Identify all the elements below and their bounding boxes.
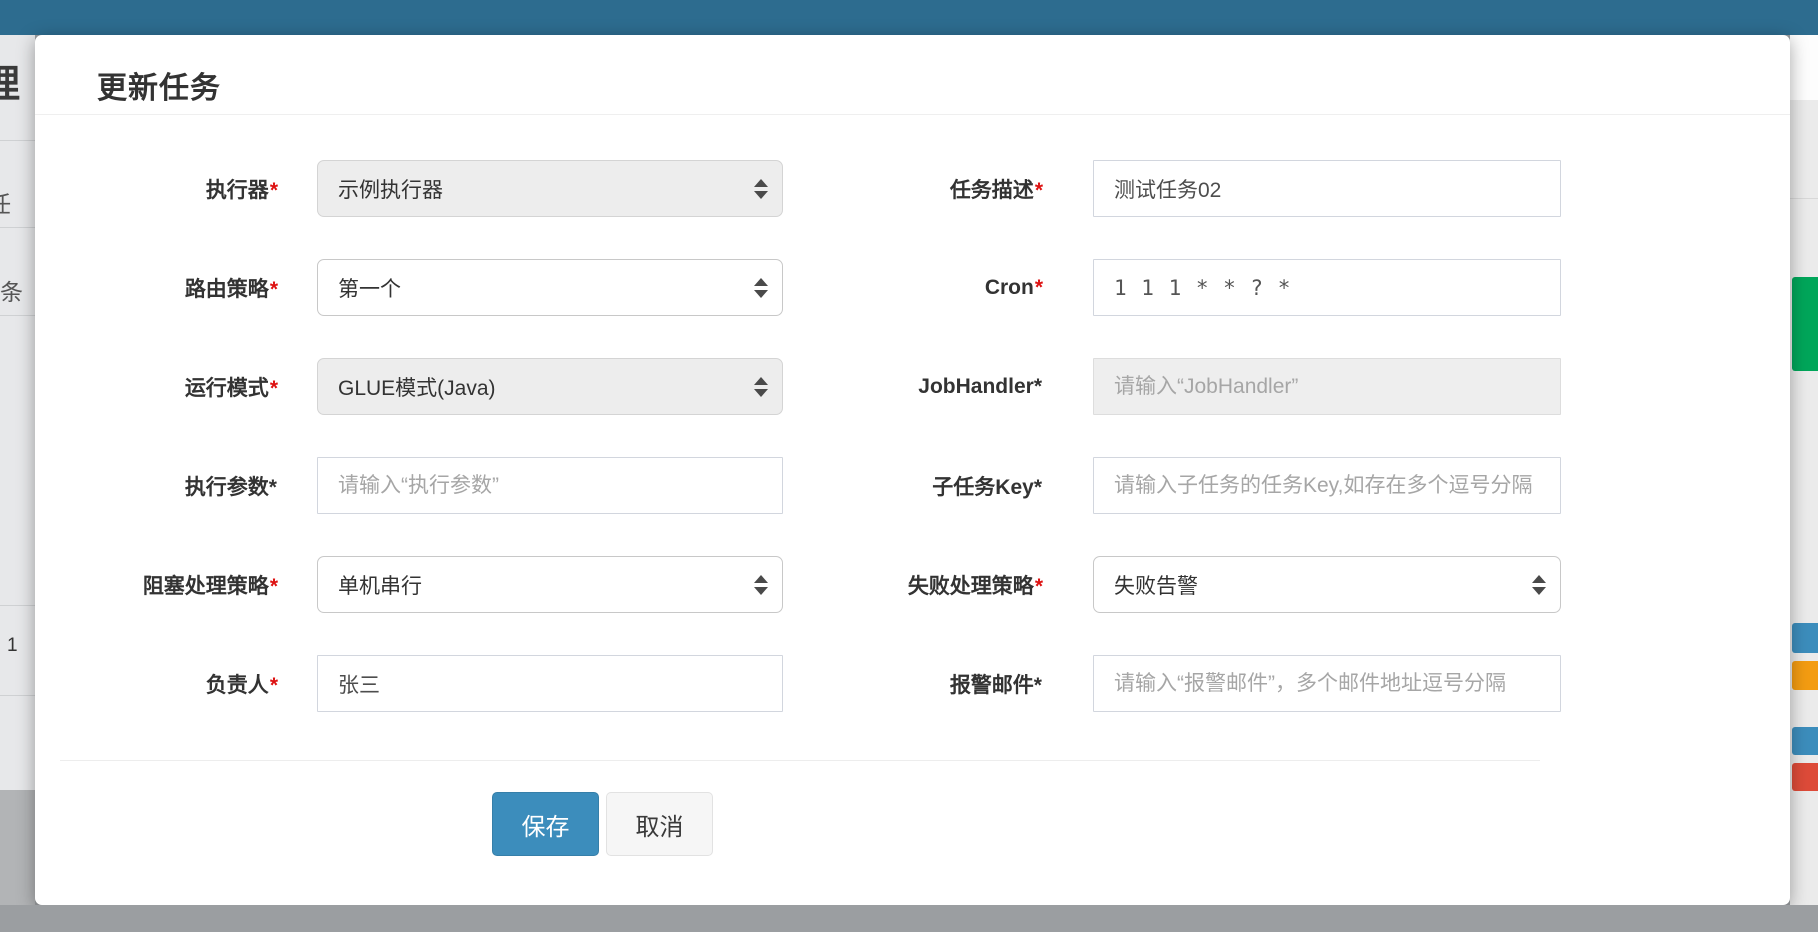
form-cell: 阻塞处理策略* 单机串行 <box>60 556 783 613</box>
cancel-button[interactable]: 取消 <box>606 792 713 856</box>
form-cell: 任务描述* <box>783 160 1561 217</box>
fail-strategy-select[interactable]: 失败告警 <box>1093 556 1561 613</box>
route-strategy-select[interactable]: 第一个 <box>317 259 783 316</box>
form-cell: Cron* <box>783 259 1561 316</box>
glue-type-select[interactable]: GLUE模式(Java) <box>317 358 783 415</box>
modal-body: 执行器* 示例执行器 任务描述* 路由策略* 第一个 <box>35 115 1790 856</box>
background-page-left-strip: 理 任 条 1 <box>0 35 35 932</box>
form-row: 路由策略* 第一个 Cron* <box>60 259 1790 316</box>
form-row: 运行模式* GLUE模式(Java) JobHandler* <box>60 358 1790 415</box>
background-text-fragment: 任 <box>0 185 11 219</box>
form-divider <box>60 760 1540 761</box>
child-key-input[interactable] <box>1093 457 1561 514</box>
background-divider <box>0 695 35 696</box>
background-divider <box>0 605 35 606</box>
form-row: 负责人* 报警邮件* <box>60 655 1790 712</box>
exec-param-input[interactable] <box>317 457 783 514</box>
background-green-badge-fragment <box>1792 277 1818 371</box>
required-marker: * <box>270 575 278 598</box>
cron-label: Cron* <box>783 276 1043 300</box>
select-arrows-icon <box>754 377 768 397</box>
form-cell: 路由策略* 第一个 <box>60 259 783 316</box>
background-page-bottom-strip <box>0 905 1818 932</box>
background-panel-fragment <box>1790 35 1818 100</box>
author-input[interactable] <box>317 655 783 712</box>
button-row: 保存 取消 <box>492 792 1790 856</box>
select-arrows-icon <box>754 575 768 595</box>
job-handler-label: JobHandler* <box>783 375 1043 399</box>
job-handler-input[interactable] <box>1093 358 1561 415</box>
form-cell: 执行器* 示例执行器 <box>60 160 783 217</box>
background-orange-button-fragment <box>1792 661 1818 690</box>
required-marker: * <box>270 278 278 301</box>
form-cell: 负责人* <box>60 655 783 712</box>
form-cell: JobHandler* <box>783 358 1561 415</box>
route-strategy-select-value: 第一个 <box>338 273 401 303</box>
required-marker: * <box>1035 179 1043 202</box>
modal-title: 更新任务 <box>97 63 1765 107</box>
background-text-fragment: 条 <box>0 273 23 307</box>
background-heading-fragment: 理 <box>0 53 20 108</box>
fail-strategy-select-value: 失败告警 <box>1114 570 1198 600</box>
form-row: 执行器* 示例执行器 任务描述* <box>60 160 1790 217</box>
select-arrows-icon <box>754 179 768 199</box>
background-page-right-strip <box>1790 35 1818 905</box>
executor-select-value: 示例执行器 <box>338 174 443 204</box>
required-marker: * <box>270 377 278 400</box>
glue-type-label: 运行模式* <box>60 372 278 402</box>
select-arrows-icon <box>754 278 768 298</box>
background-divider <box>1790 198 1818 199</box>
update-task-modal: 更新任务 执行器* 示例执行器 任务描述* <box>35 35 1790 905</box>
fail-strategy-label: 失败处理策略* <box>783 570 1043 600</box>
form-cell: 执行参数* <box>60 457 783 514</box>
glue-type-select-value: GLUE模式(Java) <box>338 372 496 402</box>
page-topbar <box>0 0 1818 35</box>
form-cell: 子任务Key* <box>783 457 1561 514</box>
save-button[interactable]: 保存 <box>492 792 599 856</box>
background-divider <box>0 140 35 141</box>
background-blue-button-fragment <box>1792 727 1818 755</box>
task-desc-input[interactable] <box>1093 160 1561 217</box>
form-cell: 报警邮件* <box>783 655 1561 712</box>
modal-header: 更新任务 <box>35 35 1790 115</box>
required-marker: * <box>270 674 278 697</box>
route-strategy-label: 路由策略* <box>60 273 278 303</box>
task-desc-label: 任务描述* <box>783 174 1043 204</box>
executor-label: 执行器* <box>60 174 278 204</box>
block-strategy-select-value: 单机串行 <box>338 570 422 600</box>
author-label: 负责人* <box>60 669 278 699</box>
form-cell: 失败处理策略* 失败告警 <box>783 556 1561 613</box>
form-cell: 运行模式* GLUE模式(Java) <box>60 358 783 415</box>
form-row: 执行参数* 子任务Key* <box>60 457 1790 514</box>
cron-input[interactable] <box>1093 259 1561 316</box>
block-strategy-select[interactable]: 单机串行 <box>317 556 783 613</box>
alarm-email-input[interactable] <box>1093 655 1561 712</box>
select-arrows-icon <box>1532 575 1546 595</box>
background-red-button-fragment <box>1792 763 1818 791</box>
block-strategy-label: 阻塞处理策略* <box>60 570 278 600</box>
required-marker: * <box>1035 575 1043 598</box>
executor-select[interactable]: 示例执行器 <box>317 160 783 217</box>
required-marker: * <box>270 179 278 202</box>
background-blue-button-fragment <box>1792 623 1818 653</box>
background-number-fragment: 1 <box>7 635 18 657</box>
exec-param-label: 执行参数* <box>60 471 278 501</box>
background-divider <box>0 227 35 228</box>
child-key-label: 子任务Key* <box>783 471 1043 501</box>
background-divider <box>0 315 35 316</box>
screen: 理 任 条 1 更新任务 执行器* 示例执行器 <box>0 0 1818 932</box>
required-marker: * <box>1035 276 1043 299</box>
form-row: 阻塞处理策略* 单机串行 失败处理策略* 失败告警 <box>60 556 1790 613</box>
alarm-email-label: 报警邮件* <box>783 669 1043 699</box>
